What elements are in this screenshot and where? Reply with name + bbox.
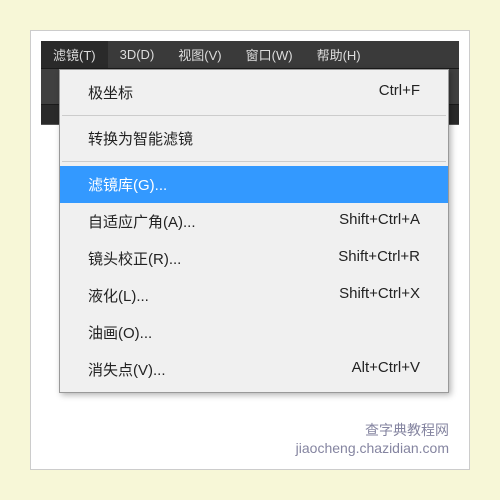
- menu-item-liquify[interactable]: 液化(L)... Shift+Ctrl+X: [60, 277, 448, 314]
- menu-item-label: 镜头校正(R)...: [88, 248, 181, 269]
- menu-item-shortcut: Shift+Ctrl+X: [339, 285, 420, 306]
- filter-menu-dropdown: 极坐标 Ctrl+F 转换为智能滤镜 滤镜库(G)... 自适应广角(A)...…: [59, 69, 449, 393]
- menu-item-filter-gallery[interactable]: 滤镜库(G)...: [60, 166, 448, 203]
- menu-item-last-filter[interactable]: 极坐标 Ctrl+F: [60, 74, 448, 111]
- menu-item-lens-correction[interactable]: 镜头校正(R)... Shift+Ctrl+R: [60, 240, 448, 277]
- watermark-line1: 查字典教程网: [296, 421, 449, 439]
- menubar-view[interactable]: 视图(V): [166, 41, 233, 68]
- menubar-window[interactable]: 窗口(W): [234, 41, 305, 68]
- screenshot-frame: 滤镜(T) 3D(D) 视图(V) 窗口(W) 帮助(H) 极坐标 Ctrl+F…: [30, 30, 470, 470]
- menubar-filter[interactable]: 滤镜(T): [41, 41, 108, 68]
- menubar: 滤镜(T) 3D(D) 视图(V) 窗口(W) 帮助(H): [41, 41, 459, 69]
- menu-item-label: 滤镜库(G)...: [88, 174, 167, 195]
- menu-separator: [62, 161, 446, 162]
- watermark: 查字典教程网 jiaocheng.chazidian.com: [296, 421, 449, 457]
- menu-item-label: 转换为智能滤镜: [88, 128, 193, 149]
- menu-separator: [62, 115, 446, 116]
- menu-item-shortcut: Alt+Ctrl+V: [352, 359, 420, 380]
- menu-item-label: 自适应广角(A)...: [88, 211, 196, 232]
- menu-item-label: 液化(L)...: [88, 285, 149, 306]
- watermark-line2: jiaocheng.chazidian.com: [296, 439, 449, 457]
- menu-item-shortcut: Ctrl+F: [379, 82, 420, 103]
- menubar-3d[interactable]: 3D(D): [108, 41, 167, 68]
- menu-item-vanishing-point[interactable]: 消失点(V)... Alt+Ctrl+V: [60, 351, 448, 388]
- menu-item-oil-paint[interactable]: 油画(O)...: [60, 314, 448, 351]
- menu-item-label: 极坐标: [88, 82, 133, 103]
- menu-item-shortcut: Shift+Ctrl+R: [338, 248, 420, 269]
- menu-item-label: 油画(O)...: [88, 322, 152, 343]
- menu-item-adaptive-wide-angle[interactable]: 自适应广角(A)... Shift+Ctrl+A: [60, 203, 448, 240]
- menu-item-label: 消失点(V)...: [88, 359, 166, 380]
- menu-item-convert-smart[interactable]: 转换为智能滤镜: [60, 120, 448, 157]
- menubar-help[interactable]: 帮助(H): [305, 41, 373, 68]
- menu-item-shortcut: Shift+Ctrl+A: [339, 211, 420, 232]
